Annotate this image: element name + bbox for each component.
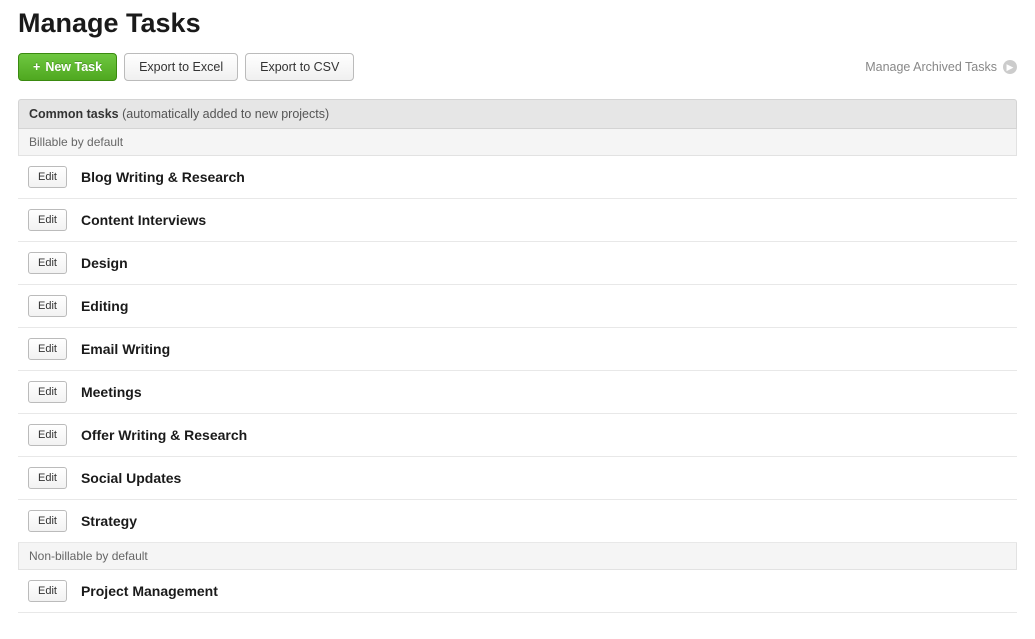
task-row: Edit Offer Writing & Research (18, 414, 1017, 457)
task-name: Design (81, 255, 128, 271)
task-row: Edit Meetings (18, 371, 1017, 414)
edit-button[interactable]: Edit (28, 467, 67, 489)
task-name: Offer Writing & Research (81, 427, 247, 443)
task-name: Editing (81, 298, 128, 314)
billable-task-list: Edit Blog Writing & Research Edit Content I… (18, 156, 1017, 543)
edit-button[interactable]: Edit (28, 209, 67, 231)
task-row: Edit Project Management (18, 570, 1017, 613)
section-subtitle: (automatically added to new projects) (122, 107, 329, 121)
section-title: Common tasks (29, 107, 119, 121)
task-name: Email Writing (81, 341, 170, 357)
task-name: Social Updates (81, 470, 181, 486)
new-task-label: New Task (45, 60, 102, 74)
task-name: Meetings (81, 384, 142, 400)
edit-button[interactable]: Edit (28, 381, 67, 403)
task-name: Content Interviews (81, 212, 206, 228)
edit-button[interactable]: Edit (28, 510, 67, 532)
task-row: Edit Email Writing (18, 328, 1017, 371)
non-billable-group-header: Non-billable by default (18, 543, 1017, 570)
toolbar: + New Task Export to Excel Export to CSV… (18, 53, 1017, 81)
edit-button[interactable]: Edit (28, 424, 67, 446)
edit-button[interactable]: Edit (28, 295, 67, 317)
billable-group-header: Billable by default (18, 129, 1017, 156)
manage-archived-label: Manage Archived Tasks (865, 60, 997, 74)
edit-button[interactable]: Edit (28, 166, 67, 188)
task-row: Edit Social Updates (18, 457, 1017, 500)
new-task-button[interactable]: + New Task (18, 53, 117, 81)
edit-button[interactable]: Edit (28, 252, 67, 274)
manage-archived-link[interactable]: Manage Archived Tasks ▶ (865, 60, 1017, 74)
page-title: Manage Tasks (18, 0, 1017, 39)
task-row: Edit Strategy (18, 500, 1017, 543)
task-row: Edit Design (18, 242, 1017, 285)
edit-button[interactable]: Edit (28, 338, 67, 360)
edit-button[interactable]: Edit (28, 580, 67, 602)
task-name: Blog Writing & Research (81, 169, 245, 185)
plus-icon: + (33, 60, 40, 74)
task-row: Edit Editing (18, 285, 1017, 328)
task-row: Edit Blog Writing & Research (18, 156, 1017, 199)
task-name: Project Management (81, 583, 218, 599)
non-billable-task-list: Edit Project Management (18, 570, 1017, 613)
export-excel-button[interactable]: Export to Excel (124, 53, 238, 81)
export-csv-button[interactable]: Export to CSV (245, 53, 354, 81)
task-name: Strategy (81, 513, 137, 529)
section-header: Common tasks (automatically added to new… (18, 99, 1017, 129)
task-row: Edit Content Interviews (18, 199, 1017, 242)
arrow-right-icon: ▶ (1003, 60, 1017, 74)
